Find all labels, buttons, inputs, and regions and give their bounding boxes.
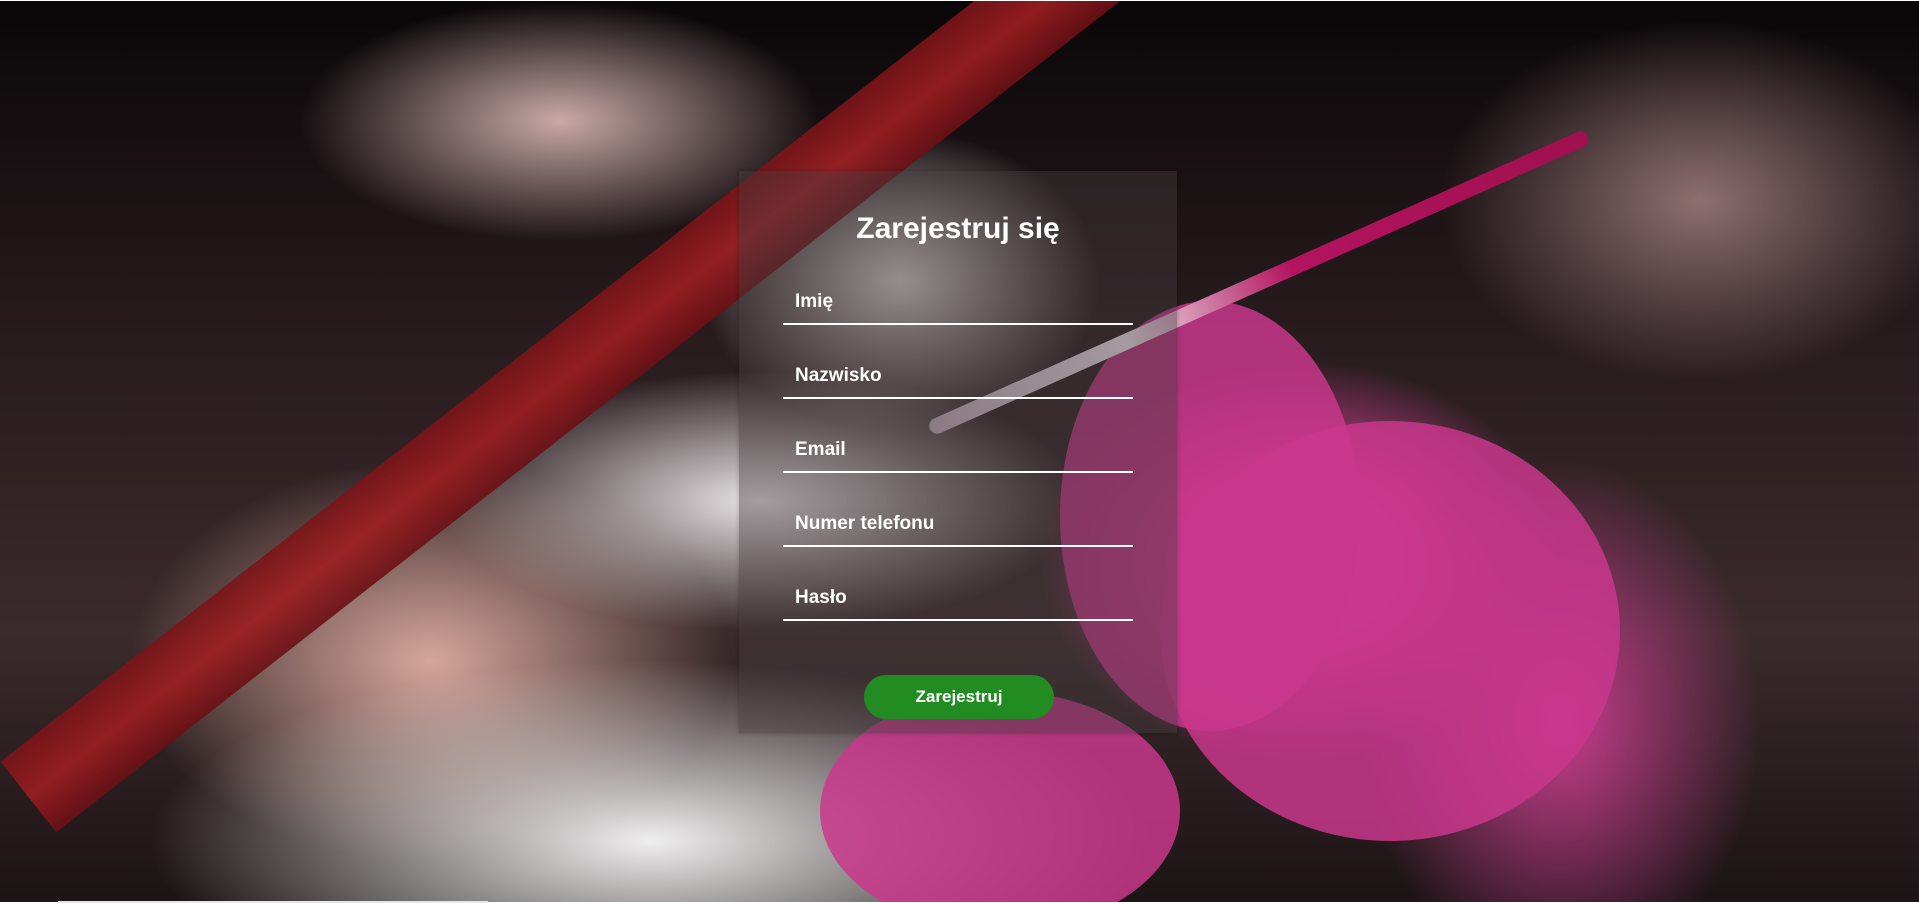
password-input[interactable] — [783, 577, 1133, 619]
phone-input[interactable] — [783, 503, 1133, 545]
phone-field — [783, 503, 1133, 547]
first-name-input[interactable] — [783, 281, 1133, 323]
page: Zarejestruj się Zarejestruj — [0, 0, 1919, 903]
form-title: Zarejestruj się — [856, 212, 1060, 245]
glove-shape — [1160, 421, 1620, 841]
registration-form: Zarejestruj się Zarejestruj — [739, 171, 1177, 733]
email-field — [783, 429, 1133, 473]
first-name-field — [783, 281, 1133, 325]
email-input[interactable] — [783, 429, 1133, 471]
last-name-field — [783, 355, 1133, 399]
last-name-input[interactable] — [783, 355, 1133, 397]
password-field — [783, 577, 1133, 621]
register-button[interactable]: Zarejestruj — [864, 675, 1054, 719]
